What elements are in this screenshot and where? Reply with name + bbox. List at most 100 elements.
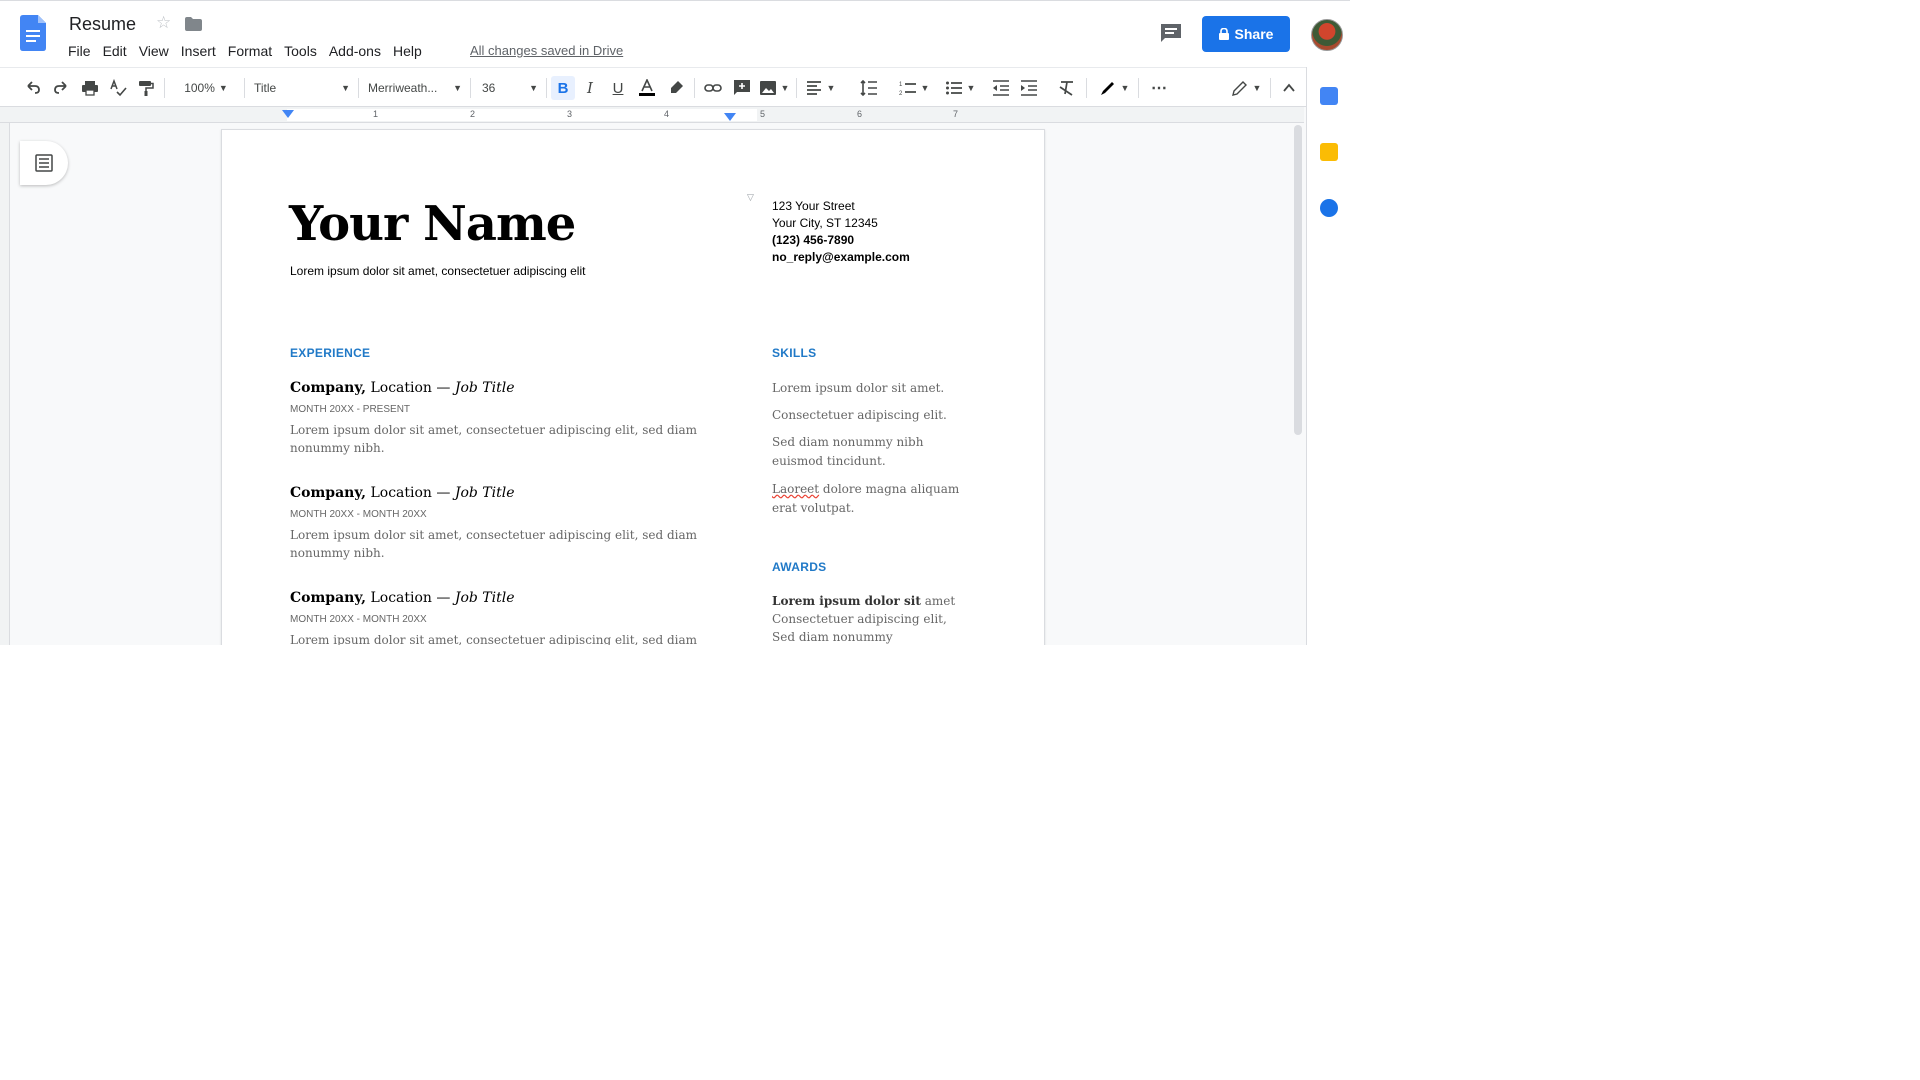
menu-insert[interactable]: Insert (175, 42, 222, 60)
chevron-down-icon: ▼ (1120, 83, 1130, 93)
job-entry[interactable]: Company, Location — Job Title MONTH 20XX… (290, 485, 710, 562)
clear-formatting-icon[interactable] (1056, 76, 1078, 100)
skill-item[interactable]: Lorem ipsum dolor sit amet. (772, 379, 962, 398)
share-button[interactable]: Share (1202, 16, 1290, 52)
resume-tagline[interactable]: Lorem ipsum dolor sit amet, consectetuer… (290, 264, 585, 278)
comment-history-icon[interactable] (1160, 23, 1182, 43)
document-page[interactable]: Your Name Lorem ipsum dolor sit amet, co… (221, 129, 1045, 645)
image-icon[interactable]: ▼ (758, 76, 790, 100)
bold-icon[interactable]: B (551, 76, 575, 100)
font-size-value: 36 (482, 81, 496, 95)
document-outline-button[interactable] (20, 141, 68, 185)
side-panel (1306, 67, 1350, 645)
decrease-indent-icon[interactable] (990, 76, 1012, 100)
pen-icon[interactable]: ▼ (1096, 76, 1132, 100)
table-anchor-icon[interactable]: ▽ (747, 192, 754, 203)
job-company: Company, (290, 590, 367, 606)
title-bar: Resume ☆ File Edit View Insert Format To… (0, 1, 1350, 67)
save-status[interactable]: All changes saved in Drive (470, 43, 623, 58)
font-select[interactable]: Merriweath... ▼ (368, 76, 462, 100)
line-spacing-icon[interactable] (858, 76, 880, 100)
horizontal-ruler[interactable]: 1 2 3 4 5 6 7 (0, 107, 1304, 123)
keep-icon[interactable] (1320, 143, 1338, 161)
vertical-ruler[interactable] (0, 123, 10, 645)
menu-view[interactable]: View (133, 42, 175, 60)
paint-format-icon[interactable] (135, 76, 157, 100)
menu-format[interactable]: Format (222, 42, 278, 60)
comment-add-icon[interactable] (731, 76, 753, 100)
calendar-icon[interactable] (1320, 87, 1338, 105)
highlight-icon[interactable] (666, 76, 688, 100)
misspelled-word[interactable]: Laoreet (772, 482, 819, 496)
menu-edit[interactable]: Edit (97, 42, 133, 60)
more-icon[interactable]: ⋯ (1148, 76, 1170, 100)
increase-indent-icon[interactable] (1018, 76, 1040, 100)
toolbar-divider (546, 78, 547, 98)
docs-logo-icon[interactable] (20, 15, 46, 51)
tasks-icon[interactable] (1320, 199, 1338, 217)
chevron-down-icon: ▼ (453, 83, 462, 93)
menu-file[interactable]: File (62, 42, 97, 60)
folder-icon[interactable] (185, 17, 202, 31)
undo-icon[interactable] (22, 76, 44, 100)
chevron-down-icon: ▼ (529, 83, 538, 93)
docs-window: Resume ☆ File Edit View Insert Format To… (0, 0, 1350, 645)
toolbar-divider (244, 78, 245, 98)
job-description: Lorem ipsum dolor sit amet, consectetuer… (290, 633, 698, 645)
skill-item[interactable]: Laoreet dolore magna aliquam erat volutp… (772, 480, 962, 518)
resume-name[interactable]: Your Name (289, 196, 576, 252)
menu-help[interactable]: Help (387, 42, 428, 60)
contact-block[interactable]: 123 Your Street Your City, ST 12345 (123… (772, 198, 910, 266)
job-entry[interactable]: Company, Location — Job Title MONTH 20XX… (290, 380, 710, 457)
contact-phone: (123) 456-7890 (772, 233, 855, 247)
toolbar-divider (1138, 78, 1139, 98)
style-select[interactable]: Title ▼ (254, 76, 350, 100)
job-title: Job Title (454, 485, 515, 501)
menu-addons[interactable]: Add-ons (323, 42, 387, 60)
menu-tools[interactable]: Tools (278, 42, 323, 60)
collapse-icon[interactable] (1278, 76, 1300, 100)
skills-heading[interactable]: SKILLS (772, 346, 816, 360)
toolbar-divider (358, 78, 359, 98)
print-icon[interactable] (79, 76, 101, 100)
right-indent-marker-icon[interactable] (724, 113, 736, 121)
scrollbar[interactable] (1294, 125, 1302, 435)
numbered-list-icon[interactable]: 1 2 ▼ (896, 76, 932, 100)
job-dates: MONTH 20XX - MONTH 20XX (290, 614, 427, 625)
ruler-number: 4 (664, 109, 670, 119)
job-heading: Company, Location — Job Title (290, 485, 710, 501)
experience-heading[interactable]: EXPERIENCE (290, 346, 370, 360)
star-icon[interactable]: ☆ (156, 13, 171, 33)
awards-heading[interactable]: AWARDS (772, 560, 826, 574)
skill-item[interactable]: Consectetuer adipiscing elit. (772, 406, 962, 425)
award-bold-text: Lorem ipsum dolor sit (772, 594, 921, 608)
left-indent-marker-icon[interactable] (282, 110, 294, 120)
redo-icon[interactable] (50, 76, 72, 100)
skill-item[interactable]: Sed diam nonummy nibh euismod tincidunt. (772, 433, 962, 471)
job-description: Lorem ipsum dolor sit amet, consectetuer… (290, 423, 698, 455)
job-location: Location — (366, 380, 455, 396)
italic-icon[interactable]: I (579, 76, 601, 100)
award-item[interactable]: Lorem ipsum dolor sit amet Consectetuer … (772, 592, 962, 645)
underline-icon[interactable]: U (607, 76, 629, 100)
job-entry[interactable]: Company, Location — Job Title MONTH 20XX… (290, 590, 710, 645)
zoom-select[interactable]: 100% ▼ (176, 76, 236, 100)
font-size-select[interactable]: 36 ▼ (482, 76, 538, 100)
spellcheck-icon[interactable] (107, 76, 129, 100)
job-company: Company, (290, 485, 367, 501)
bulleted-list-icon[interactable]: ▼ (942, 76, 978, 100)
document-title[interactable]: Resume (69, 14, 136, 35)
outline-icon (35, 154, 53, 172)
ruler-number: 7 (953, 109, 959, 119)
link-icon[interactable] (702, 76, 724, 100)
chevron-down-icon: ▼ (1252, 83, 1262, 93)
ruler-number: 3 (567, 109, 573, 119)
job-location: Location — (366, 590, 455, 606)
job-title: Job Title (454, 380, 515, 396)
text-color-icon[interactable] (636, 76, 658, 100)
ruler-number: 1 (373, 109, 379, 119)
avatar[interactable] (1311, 19, 1343, 51)
editing-mode-icon[interactable]: ▼ (1228, 76, 1264, 100)
align-icon[interactable]: ▼ (804, 76, 836, 100)
chevron-down-icon: ▼ (826, 83, 836, 93)
